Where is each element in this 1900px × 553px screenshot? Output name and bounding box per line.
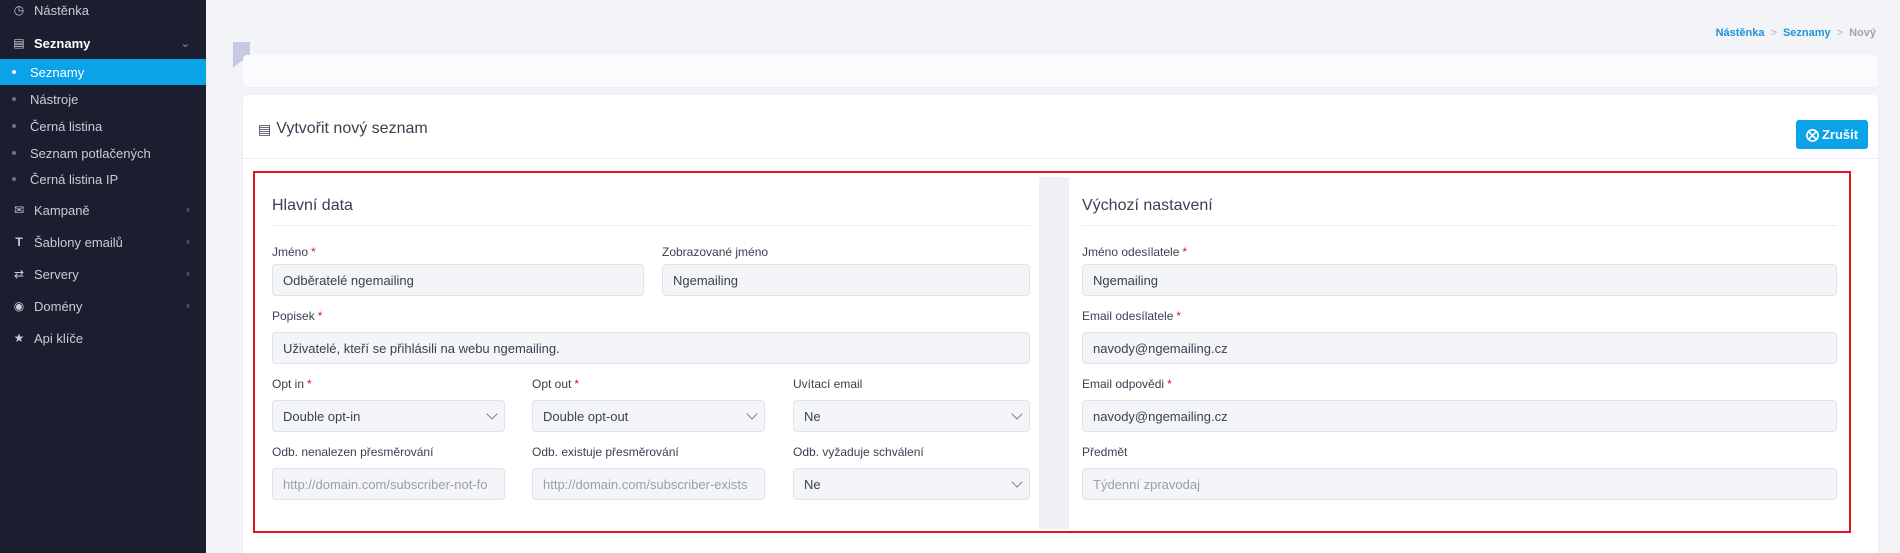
bullet-icon (12, 97, 16, 101)
nav-api-keys-label: Api klíče (34, 330, 84, 346)
card-title: ▤ Vytvořit nový seznam (258, 120, 428, 138)
nav-api-keys[interactable]: ★ Api klíče (0, 324, 206, 352)
nav-campaigns[interactable]: ✉ Kampaně ‹ (0, 196, 206, 224)
sidebar-item-label: Nástroje (30, 91, 79, 107)
top-strip (243, 55, 1878, 87)
nav-domains-label: Domény (34, 298, 83, 314)
cancel-button[interactable]: ⨂ Zrušit (1796, 120, 1868, 149)
bullet-icon (12, 151, 16, 155)
sidebar-item-tools[interactable]: Nástroje (0, 86, 206, 112)
breadcrumb-separator: > (1836, 27, 1844, 39)
chevron-left-icon: ‹ (186, 268, 190, 280)
sidebar-item-suppressed[interactable]: Seznam potlačených (0, 140, 206, 166)
nav-lists-label: Seznamy (34, 35, 91, 51)
nav-campaigns-label: Kampaně (34, 202, 90, 218)
chevron-left-icon: ‹ (186, 236, 190, 248)
nav-dashboard-label: Nástěnka (34, 2, 89, 18)
nav-dashboard[interactable]: ◷ Nástěnka (0, 0, 206, 24)
nav-templates-label: Šablony emailů (34, 234, 123, 250)
star-icon: ★ (13, 331, 25, 345)
breadcrumb: Nástěnka > Seznamy > Nový (1716, 27, 1876, 39)
cancel-button-label: Zrušit (1821, 127, 1859, 142)
breadcrumb-current: Nový (1849, 27, 1876, 39)
breadcrumb-separator: > (1770, 27, 1777, 39)
list-icon: ▤ (258, 120, 272, 137)
nav-domains[interactable]: ◉ Domény ‹ (0, 292, 206, 320)
bullet-icon (12, 177, 16, 181)
card-header: ▤ Vytvořit nový seznam ⨂ Zrušit (243, 95, 1878, 159)
sidebar-item-label: Seznamy (30, 64, 85, 80)
envelope-icon: ✉ (13, 203, 25, 217)
nav-templates[interactable]: T Šablony emailů ‹ (0, 228, 206, 256)
cancel-circle-icon: ⨂ (1805, 126, 1819, 142)
sidebar-item-label: Černá listina (30, 118, 103, 134)
nav-servers-label: Servery (34, 266, 79, 282)
sidebar: ◷ Nástěnka ▤ Seznamy ⌄ Seznamy Nástroje … (0, 0, 206, 553)
exchange-icon: ⇄ (13, 267, 25, 281)
sidebar-item-lists[interactable]: Seznamy (0, 59, 206, 85)
clock-icon: ◷ (13, 3, 25, 17)
bullet-icon (12, 124, 16, 128)
sidebar-item-ip-blacklist[interactable]: Černá listina IP (0, 166, 206, 192)
sidebar-item-blacklist[interactable]: Černá listina (0, 113, 206, 139)
nav-lists[interactable]: ▤ Seznamy ⌄ (0, 29, 206, 57)
chevron-left-icon: ‹ (186, 300, 190, 312)
breadcrumb-lists[interactable]: Seznamy (1783, 27, 1831, 39)
nav-servers[interactable]: ⇄ Servery ‹ (0, 260, 206, 288)
chevron-left-icon: ‹ (186, 204, 190, 216)
bullet-icon (12, 70, 16, 74)
text-icon: T (15, 235, 23, 249)
breadcrumb-home[interactable]: Nástěnka (1716, 27, 1765, 39)
sidebar-item-label: Černá listina IP (30, 171, 119, 187)
card-title-text: Vytvořit nový seznam (276, 120, 428, 137)
globe-icon: ◉ (13, 299, 25, 313)
sidebar-item-label: Seznam potlačených (30, 145, 151, 161)
highlight-frame (253, 171, 1851, 533)
list-icon: ▤ (13, 36, 25, 50)
chevron-down-icon: ⌄ (180, 37, 190, 50)
